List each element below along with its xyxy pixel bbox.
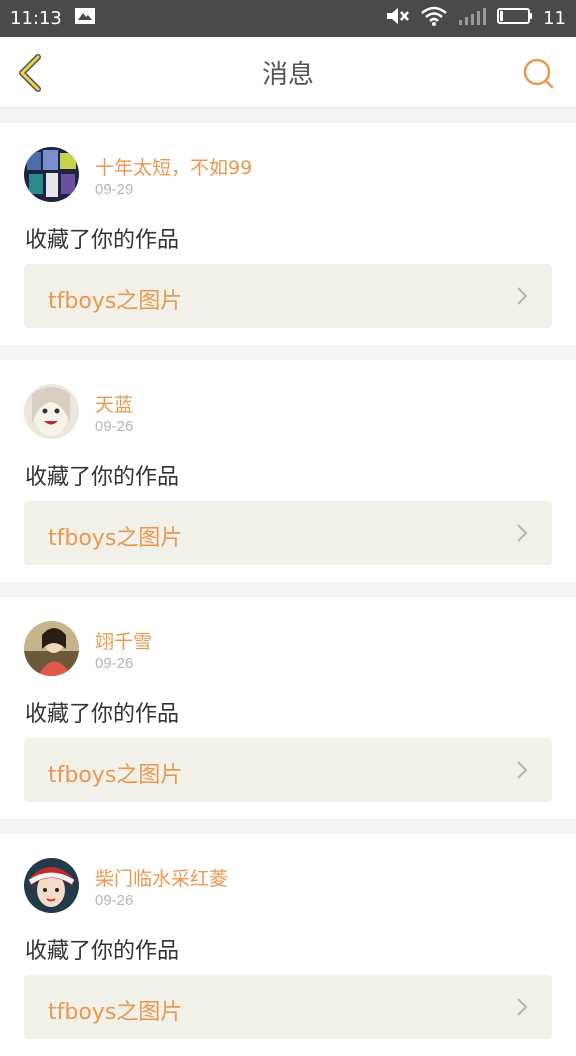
- work-title: tfboys之图片: [48, 1000, 183, 1025]
- work-link[interactable]: tfboys之图片: [24, 738, 552, 802]
- chevron-right-icon: [517, 287, 528, 305]
- message-card: 翊千雪 09-26 收藏了你的作品 tfboys之图片: [0, 597, 576, 819]
- back-arrow-icon: [19, 54, 41, 92]
- page-title: 消息: [261, 59, 314, 90]
- work-link[interactable]: tfboys之图片: [24, 264, 552, 328]
- user-name[interactable]: 天蓝: [95, 390, 133, 417]
- message-date: 09-26: [95, 418, 134, 435]
- mute-icon: [385, 6, 411, 31]
- screenshot-icon: [74, 7, 96, 30]
- work-title: tfboys之图片: [48, 289, 183, 314]
- battery-level: 11: [543, 8, 566, 29]
- message-card: 柴门临水采红菱 09-26 收藏了你的作品 tfboys之图片: [0, 834, 576, 1056]
- work-link[interactable]: tfboys之图片: [24, 975, 552, 1039]
- message-action: 收藏了你的作品: [25, 228, 180, 253]
- header: 消息: [0, 37, 576, 108]
- user-name[interactable]: 柴门临水采红菱: [95, 864, 228, 891]
- message-action: 收藏了你的作品: [25, 939, 180, 964]
- chevron-right-icon: [517, 998, 528, 1016]
- message-list: 十年太短，不如99 09-29 收藏了你的作品 tfboys之图片 天蓝 09-…: [0, 108, 576, 1056]
- search-button[interactable]: [522, 57, 554, 89]
- chevron-right-icon: [517, 524, 528, 542]
- status-time: 11:13: [10, 8, 62, 29]
- message-card: 天蓝 09-26 收藏了你的作品 tfboys之图片: [0, 360, 576, 582]
- back-button[interactable]: [14, 53, 46, 93]
- work-link[interactable]: tfboys之图片: [24, 501, 552, 565]
- avatar[interactable]: [24, 384, 79, 439]
- user-name[interactable]: 十年太短，不如99: [95, 153, 252, 180]
- search-icon: [523, 58, 554, 89]
- signal-icon: [457, 6, 487, 31]
- message-date: 09-29: [95, 181, 134, 198]
- status-right: 11: [385, 6, 566, 31]
- message-date: 09-26: [95, 892, 134, 909]
- message-date: 09-26: [95, 655, 134, 672]
- avatar[interactable]: [24, 147, 79, 202]
- status-bar: 11:13 11: [0, 0, 576, 37]
- avatar[interactable]: [24, 621, 79, 676]
- chevron-right-icon: [517, 761, 528, 779]
- message-card: 十年太短，不如99 09-29 收藏了你的作品 tfboys之图片: [0, 123, 576, 345]
- user-name[interactable]: 翊千雪: [95, 627, 152, 654]
- message-action: 收藏了你的作品: [25, 465, 180, 490]
- work-title: tfboys之图片: [48, 763, 183, 788]
- message-action: 收藏了你的作品: [25, 702, 180, 727]
- battery-icon: [497, 6, 533, 31]
- work-title: tfboys之图片: [48, 526, 183, 551]
- status-left: 11:13: [10, 7, 96, 30]
- avatar[interactable]: [24, 858, 79, 913]
- wifi-icon: [421, 6, 447, 31]
